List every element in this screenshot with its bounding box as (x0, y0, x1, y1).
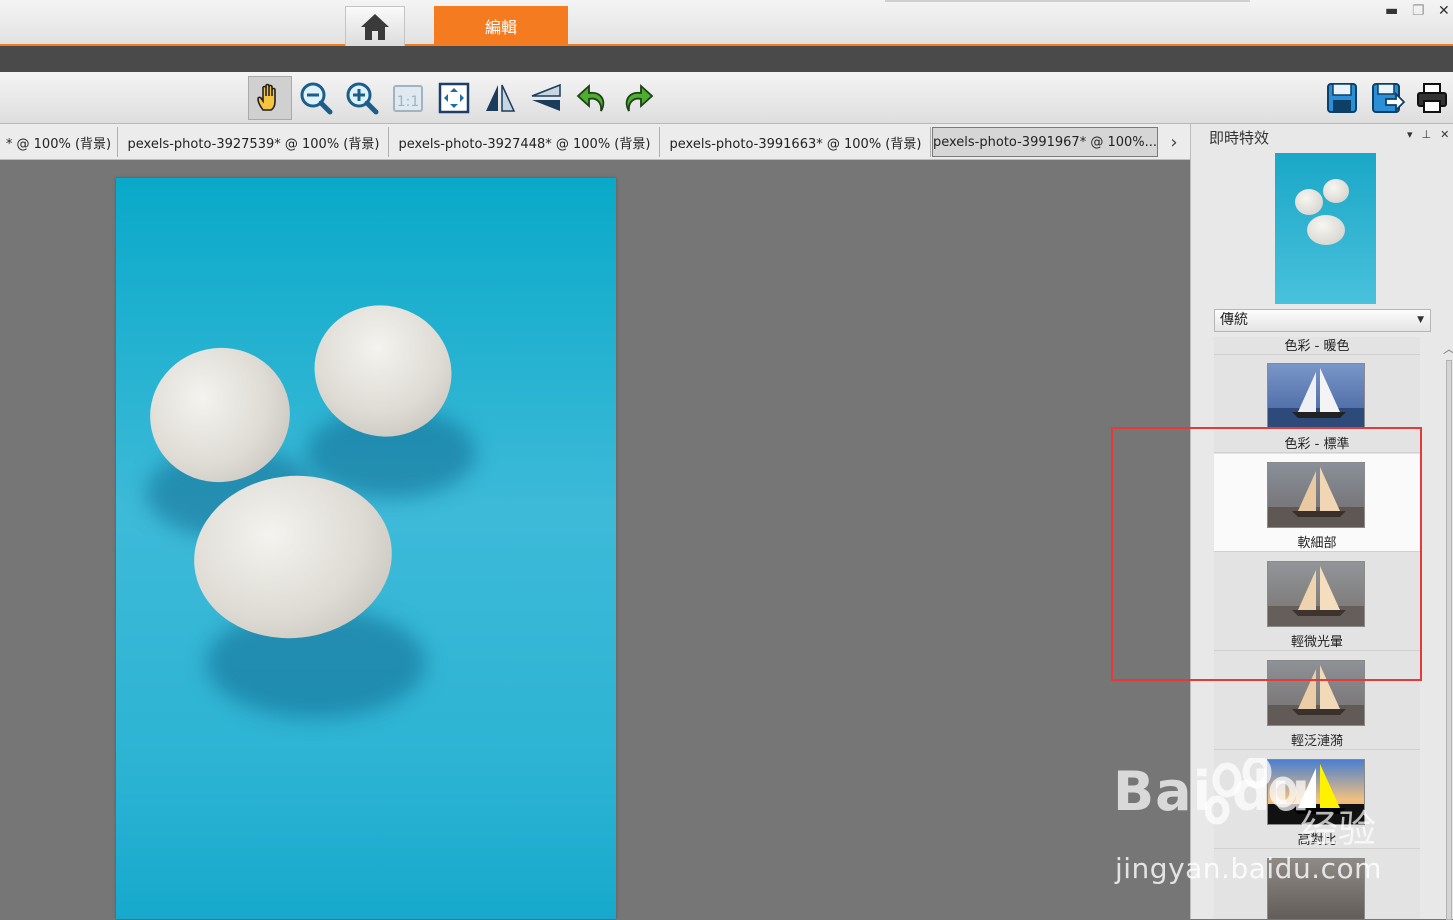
close-button[interactable]: ✕ (1438, 2, 1450, 20)
tab-scroll-right-button[interactable]: › (1162, 127, 1186, 157)
undo-button[interactable] (570, 76, 614, 120)
zoom-out-button[interactable] (294, 76, 338, 120)
scroll-up-icon[interactable]: ︿ (1443, 340, 1453, 357)
effect-preview (1275, 153, 1376, 304)
effect-label: 輕泛漣漪 (1290, 734, 1343, 749)
edit-tab-label: 編輯 (484, 18, 517, 37)
flip-horizontal-button[interactable] (478, 76, 522, 120)
restore-button[interactable]: ❐ (1412, 2, 1425, 20)
panel-controls[interactable]: ▾⊥✕ (1407, 128, 1453, 141)
undo-icon (576, 83, 605, 112)
document-tab-label: pexels-photo-3991663* @ 100% (背景) (669, 136, 922, 152)
zoom-out-icon (300, 82, 333, 115)
close-icon[interactable]: ✕ (1440, 128, 1453, 141)
title-divider (885, 0, 1250, 2)
chevron-right-icon: › (1170, 131, 1178, 153)
toolbar: 1:1 (0, 72, 1453, 124)
home-icon (361, 13, 389, 40)
flip-horizontal-icon (486, 84, 516, 112)
preview-egg (1323, 179, 1349, 203)
actual-size-button[interactable]: 1:1 (386, 76, 430, 120)
hand-icon (257, 83, 276, 111)
document-tab-label: pexels-photo-3991967* @ 100%... (932, 134, 1158, 150)
print-button[interactable] (1412, 76, 1452, 120)
redo-button[interactable] (616, 76, 660, 120)
paw-icon (1205, 758, 1297, 825)
effect-category-value: 傳統 (1220, 312, 1248, 328)
document-tab-3[interactable]: pexels-photo-3927448* @ 100% (背景) (390, 127, 660, 157)
effect-category-select[interactable]: 傳統 ▼ (1214, 309, 1431, 332)
zoom-in-button[interactable] (340, 76, 384, 120)
flip-vertical-button[interactable] (524, 76, 568, 120)
dropdown-arrow-icon[interactable]: ▾ (1407, 128, 1422, 141)
fit-to-window-button[interactable] (432, 76, 476, 120)
save-as-icon (1372, 83, 1406, 113)
secondary-bar (0, 46, 1453, 72)
fit-to-window-icon (438, 82, 470, 114)
effect-list-scrollbar[interactable] (1446, 360, 1452, 920)
document-tab-2[interactable]: pexels-photo-3927539* @ 100% (背景) (119, 127, 389, 157)
effect-label: 色彩 - 暖色 (1284, 339, 1350, 354)
edit-tab[interactable]: 編輯 (434, 6, 568, 46)
preview-egg (1307, 215, 1345, 245)
save-button[interactable] (1320, 76, 1364, 120)
document-tab-1[interactable]: * @ 100% (背景) (0, 127, 118, 157)
save-as-button[interactable] (1366, 76, 1410, 120)
watermark-url: jingyan.baidu.com (1115, 852, 1382, 885)
document-tab-bar: * @ 100% (背景) pexels-photo-3927539* @ 10… (0, 124, 1190, 160)
home-tab[interactable] (345, 6, 405, 46)
redo-icon (625, 83, 654, 112)
document-tab-5[interactable]: pexels-photo-3991967* @ 100%... (932, 127, 1158, 157)
document-tab-label: pexels-photo-3927539* @ 100% (背景) (127, 136, 380, 152)
highlight-annotation (1111, 427, 1422, 681)
flip-vertical-icon (531, 83, 561, 111)
document-tab-label: * @ 100% (背景) (5, 136, 112, 152)
document-tab-4[interactable]: pexels-photo-3991663* @ 100% (背景) (661, 127, 931, 157)
watermark-subtitle: 经验 (1300, 807, 1377, 851)
effect-item-warm[interactable]: 色彩 - 暖色 (1214, 337, 1420, 355)
panel-title: 即時特效 (1209, 129, 1270, 147)
save-icon (1327, 83, 1357, 113)
actual-size-icon: 1:1 (393, 85, 423, 112)
minimize-button[interactable]: ▬ (1385, 2, 1398, 20)
hand-tool-button[interactable] (248, 76, 292, 120)
image-canvas[interactable] (116, 178, 616, 919)
zoom-in-icon (346, 82, 379, 115)
preview-egg (1295, 189, 1323, 215)
chevron-down-icon: ▼ (1417, 315, 1424, 325)
effect-thumbnail (1267, 363, 1365, 429)
document-tab-label: pexels-photo-3927448* @ 100% (背景) (398, 136, 651, 152)
actual-size-label: 1:1 (397, 94, 420, 110)
pin-icon[interactable]: ⊥ (1422, 128, 1441, 141)
print-icon (1417, 83, 1447, 113)
title-bar: 編輯 ▬ ❐ ✕ (0, 0, 1453, 46)
